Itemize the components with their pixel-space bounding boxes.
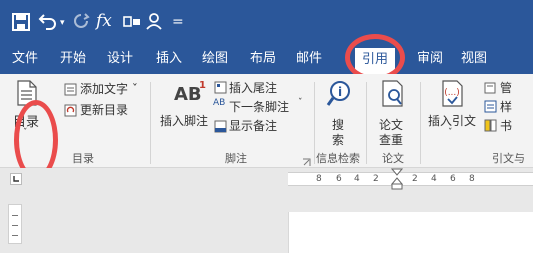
tab-layout[interactable]: 布局 [246,44,280,74]
share-person-icon[interactable] [146,12,164,34]
bibliography-button[interactable]: 书 [500,117,512,134]
show-notes-button[interactable]: 显示备注 [229,117,277,134]
style-icon [484,98,497,117]
ruler-number: 2 [412,174,418,184]
toc-group-label: 目录 [72,152,94,165]
tab-insert[interactable]: 插入 [152,44,186,74]
svg-text:i: i [338,85,342,99]
group-divider [420,82,421,164]
paper-check-label-line2: 查重 [379,133,404,147]
tab-mailings[interactable]: 邮件 [292,44,326,74]
footnote-superscript: 1 [199,80,206,91]
update-toc-button[interactable]: 更新目录 [80,101,128,118]
manage-sources-button[interactable]: 管 [500,79,512,96]
shape-icon[interactable] [123,14,141,32]
bibliography-icon [484,117,497,136]
update-toc-icon [64,102,77,121]
footnote-ab-icon: AB [174,84,202,105]
title-bar: ▾ fx = [0,0,533,44]
show-notes-icon [214,118,227,137]
ruler-number: 4 [354,174,360,184]
insert-citation-icon: (...) [442,80,464,112]
footnotes-group-label: 脚注 [225,152,247,165]
search-group-label: 信息检索 [316,152,360,165]
ruler-number: 6 [336,174,342,184]
add-text-icon [64,81,77,100]
ruler-number: 8 [316,174,322,184]
undo-icon[interactable] [38,12,58,34]
ruler-number: 4 [431,174,437,184]
insert-footnote-button[interactable]: AB 1 插入脚注 [160,80,216,150]
ribbon-tab-row: 文件 开始 设计 插入 绘图 布局 邮件 引用 审阅 视图 [0,44,533,74]
tab-view[interactable]: 视图 [457,44,491,74]
citation-style-button[interactable]: 样 [500,98,512,115]
add-text-button[interactable]: 添加文字 ˇ [80,80,138,97]
formula-icon[interactable]: fx [96,12,112,30]
document-page[interactable] [288,212,533,253]
customize-toolbar-icon[interactable]: = [172,13,184,31]
tab-stop-selector-icon[interactable] [10,173,22,185]
manage-sources-icon [484,79,497,98]
next-footnote-button[interactable]: 下一条脚注 [229,98,289,115]
tab-design[interactable]: 设计 [103,44,137,74]
search-button[interactable]: i 搜 索 [322,80,356,150]
paper-group-label: 论文 [382,152,404,165]
paper-check-button[interactable]: 论文 查重 [372,80,412,150]
tab-review[interactable]: 审阅 [413,44,447,74]
svg-text:(...): (...) [444,88,460,98]
citations-group-label: 引文与 [492,152,525,165]
next-footnote-icon: AB [213,98,226,108]
vertical-ruler[interactable] [8,204,22,244]
paper-check-icon [382,80,404,112]
group-divider [314,82,315,164]
group-divider [150,82,151,164]
undo-dropdown-icon[interactable]: ▾ [60,14,65,32]
tab-home[interactable]: 开始 [56,44,90,74]
document-area [0,190,533,253]
group-divider [366,82,367,164]
tab-draw[interactable]: 绘图 [198,44,232,74]
search-label-line2: 索 [332,133,345,147]
insert-endnote-icon [214,79,227,98]
next-footnote-dropdown-icon[interactable]: ˇ [298,98,303,108]
insert-endnote-button[interactable]: 插入尾注 [229,79,277,96]
horizontal-ruler-row: 8 6 4 2 2 4 6 8 [0,168,533,190]
ruler-number: 2 [373,174,379,184]
redo-icon[interactable] [72,12,90,34]
insert-footnote-label: 插入脚注 [160,114,209,128]
ruler-number: 8 [469,174,475,184]
tab-file[interactable]: 文件 [8,44,42,74]
ruler-number: 6 [450,174,456,184]
horizontal-ruler[interactable] [288,172,533,186]
ribbon: 目录 ˇ 添加文字 ˇ 更新目录 目录 AB 1 插入脚注 插入尾注 AB 下一… [0,74,533,168]
chevron-down-icon: ˇ [448,128,453,138]
insert-citation-label: 插入引文 [428,114,477,128]
save-icon[interactable] [12,13,30,35]
search-magnifier-icon: i [326,80,352,112]
insert-citation-button[interactable]: (...) 插入引文 ˇ [426,80,478,150]
